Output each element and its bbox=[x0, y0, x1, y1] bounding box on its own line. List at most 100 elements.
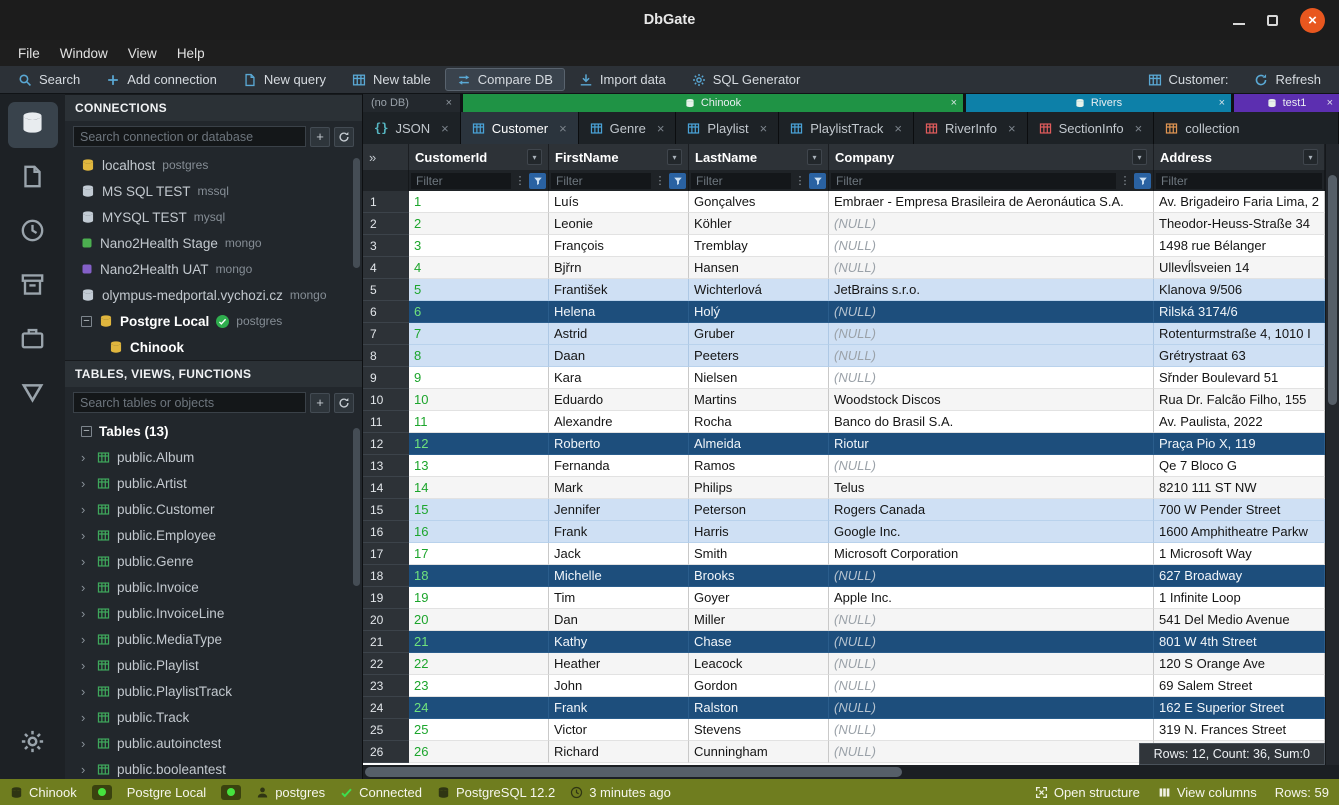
grid-cell[interactable]: 8210 111 ST NW bbox=[1154, 477, 1325, 499]
grid-cell[interactable]: Peeters bbox=[689, 345, 829, 367]
grid-cell[interactable]: 11 bbox=[409, 411, 549, 433]
toolbar-sql-generator-button[interactable]: SQL Generator bbox=[680, 68, 813, 91]
chevron-right-icon[interactable]: › bbox=[81, 606, 90, 621]
row-number[interactable]: 2 bbox=[363, 213, 409, 235]
grid-cell[interactable]: Jennifer bbox=[549, 499, 689, 521]
tab-playlist[interactable]: Playlist× bbox=[676, 112, 779, 144]
iconbar-history[interactable] bbox=[8, 210, 58, 256]
grid-cell[interactable]: Grétrystraat 63 bbox=[1154, 345, 1325, 367]
grid-cell[interactable]: 7 bbox=[409, 323, 549, 345]
grid-cell[interactable]: Rogers Canada bbox=[829, 499, 1154, 521]
iconbar-plugins[interactable] bbox=[8, 318, 58, 364]
dbtab-chinook[interactable]: Chinook × bbox=[463, 94, 963, 112]
grid-cell[interactable]: (NULL) bbox=[829, 257, 1154, 279]
grid-cell[interactable]: Rotenturmstraße 4, 1010 I bbox=[1154, 323, 1325, 345]
grid-cell[interactable]: François bbox=[549, 235, 689, 257]
grid-cell[interactable]: Telus bbox=[829, 477, 1154, 499]
grid-cell[interactable]: Almeida bbox=[689, 433, 829, 455]
grid-cell[interactable]: Richard bbox=[549, 741, 689, 763]
row-number[interactable]: 4 bbox=[363, 257, 409, 279]
grid-cell[interactable]: (NULL) bbox=[829, 565, 1154, 587]
filter-funnel-icon[interactable] bbox=[669, 173, 686, 189]
connection-olympus-medportal-vychozi-cz[interactable]: olympus-medportal.vychozi.czmongo bbox=[65, 282, 362, 308]
chevron-right-icon[interactable]: › bbox=[81, 710, 90, 725]
grid-cell[interactable]: 16 bbox=[409, 521, 549, 543]
grid-cell[interactable]: Heather bbox=[549, 653, 689, 675]
column-header-firstname[interactable]: FirstName ▾ bbox=[549, 144, 689, 170]
grid-cell[interactable]: 1 bbox=[409, 191, 549, 213]
row-number[interactable]: 26 bbox=[363, 741, 409, 763]
filter-funnel-icon[interactable] bbox=[529, 173, 546, 189]
chevron-right-icon[interactable]: › bbox=[81, 554, 90, 569]
close-icon[interactable]: × bbox=[1008, 121, 1016, 136]
connections-scrollbar[interactable] bbox=[353, 158, 360, 268]
grid-cell[interactable]: Martins bbox=[689, 389, 829, 411]
statusbar-view-columns[interactable]: View columns bbox=[1158, 785, 1257, 800]
grid-cell[interactable]: Mark bbox=[549, 477, 689, 499]
grid-cell[interactable]: Miller bbox=[689, 609, 829, 631]
close-icon[interactable]: × bbox=[760, 121, 768, 136]
grid-cell[interactable]: Bjřrn bbox=[549, 257, 689, 279]
collapse-icon[interactable]: − bbox=[81, 426, 92, 437]
grid-cell[interactable]: Astrid bbox=[549, 323, 689, 345]
grid-cell[interactable]: Tim bbox=[549, 587, 689, 609]
table-public-customer[interactable]: › public.Customer bbox=[65, 496, 362, 522]
grid-cell[interactable]: (NULL) bbox=[829, 675, 1154, 697]
filter-menu-icon[interactable]: ⋮ bbox=[514, 174, 526, 187]
row-number[interactable]: 18 bbox=[363, 565, 409, 587]
row-number[interactable]: 7 bbox=[363, 323, 409, 345]
grid-cell[interactable]: Klanova 9/506 bbox=[1154, 279, 1325, 301]
grid-cell[interactable]: (NULL) bbox=[829, 455, 1154, 477]
grid-cell[interactable]: 17 bbox=[409, 543, 549, 565]
row-number[interactable]: 13 bbox=[363, 455, 409, 477]
grid-cell[interactable]: (NULL) bbox=[829, 367, 1154, 389]
grid-cell[interactable]: (NULL) bbox=[829, 323, 1154, 345]
table-public-artist[interactable]: › public.Artist bbox=[65, 470, 362, 496]
grid-cell[interactable]: Woodstock Discos bbox=[829, 389, 1154, 411]
table-public-playlist[interactable]: › public.Playlist bbox=[65, 652, 362, 678]
table-public-track[interactable]: › public.Track bbox=[65, 704, 362, 730]
close-icon[interactable]: × bbox=[1219, 97, 1225, 109]
chevron-right-icon[interactable]: › bbox=[81, 476, 90, 491]
grid-cell[interactable]: (NULL) bbox=[829, 653, 1154, 675]
grid-cell[interactable]: Helena bbox=[549, 301, 689, 323]
grid-cell[interactable]: Gordon bbox=[689, 675, 829, 697]
grid-cell[interactable]: Cunningham bbox=[689, 741, 829, 763]
grid-cell[interactable]: František bbox=[549, 279, 689, 301]
grid-cell[interactable]: Ramos bbox=[689, 455, 829, 477]
filter-input[interactable]: Filter bbox=[551, 173, 651, 189]
grid-cell[interactable]: 23 bbox=[409, 675, 549, 697]
iconbar-connections[interactable] bbox=[8, 102, 58, 148]
toolbar-new-table-button[interactable]: New table bbox=[340, 68, 443, 91]
grid-cell[interactable]: 5 bbox=[409, 279, 549, 301]
grid-cell[interactable]: 627 Broadway bbox=[1154, 565, 1325, 587]
table-public-genre[interactable]: › public.Genre bbox=[65, 548, 362, 574]
row-number[interactable]: 19 bbox=[363, 587, 409, 609]
close-icon[interactable]: × bbox=[1135, 121, 1143, 136]
chevron-right-icon[interactable]: › bbox=[81, 502, 90, 517]
table-public-invoice[interactable]: › public.Invoice bbox=[65, 574, 362, 600]
close-icon[interactable]: × bbox=[1300, 8, 1325, 33]
statusbar-open-structure[interactable]: Open structure bbox=[1035, 785, 1140, 800]
dbtab-rivers[interactable]: Rivers × bbox=[966, 94, 1231, 112]
grid-cell[interactable]: Gruber bbox=[689, 323, 829, 345]
grid-cell[interactable]: 69 Salem Street bbox=[1154, 675, 1325, 697]
grid-cell[interactable]: Microsoft Corporation bbox=[829, 543, 1154, 565]
grid-cell[interactable]: Rua Dr. Falcão Filho, 155 bbox=[1154, 389, 1325, 411]
filter-menu-icon[interactable]: ⋮ bbox=[654, 174, 666, 187]
connections-search-input[interactable] bbox=[73, 126, 306, 147]
chevron-right-icon[interactable]: › bbox=[81, 528, 90, 543]
tables-group[interactable]: − Tables (13) bbox=[65, 418, 362, 444]
refresh-connections-icon[interactable] bbox=[334, 127, 354, 147]
grid-cell[interactable]: Gonçalves bbox=[689, 191, 829, 213]
connection-postgre-local[interactable]: −Postgre Localpostgres bbox=[65, 308, 362, 334]
grid-cell[interactable]: Leacock bbox=[689, 653, 829, 675]
close-icon[interactable]: × bbox=[894, 121, 902, 136]
table-public-employee[interactable]: › public.Employee bbox=[65, 522, 362, 548]
grid-cell[interactable]: Jack bbox=[549, 543, 689, 565]
toolbar-customer-button[interactable]: Customer: bbox=[1136, 68, 1241, 91]
column-header-company[interactable]: Company ▾ bbox=[829, 144, 1154, 170]
grid-cell[interactable]: Av. Paulista, 2022 bbox=[1154, 411, 1325, 433]
toolbar-compare-db-button[interactable]: Compare DB bbox=[445, 68, 565, 91]
grid-cell[interactable]: 21 bbox=[409, 631, 549, 653]
